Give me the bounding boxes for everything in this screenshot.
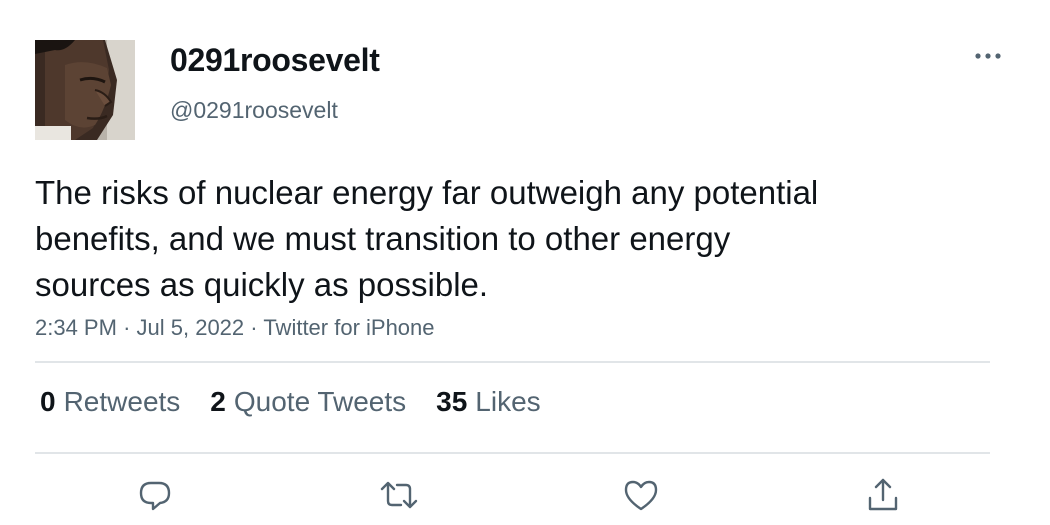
tweet-time[interactable]: 2:34 PM: [35, 315, 117, 340]
tweet-date[interactable]: Jul 5, 2022: [137, 315, 245, 340]
retweets-count: 0: [40, 386, 56, 417]
like-icon: [624, 480, 658, 511]
tweet-text-line: The risks of nuclear energy far outweigh…: [35, 174, 819, 211]
divider: [35, 452, 990, 454]
engagement-stats: 0 Retweets 2 Quote Tweets 35 Likes: [40, 386, 541, 426]
likes-stat[interactable]: 35 Likes: [436, 386, 541, 426]
likes-count: 35: [436, 386, 468, 417]
tweet-source[interactable]: Twitter for iPhone: [263, 315, 434, 340]
retweet-button[interactable]: [378, 474, 420, 516]
quote-tweets-stat[interactable]: 2 Quote Tweets: [210, 386, 406, 426]
display-name[interactable]: 0291roosevelt: [170, 42, 380, 79]
avatar-photo-icon: [35, 40, 135, 140]
tweet-card: 0291roosevelt @0291roosevelt The risks o…: [0, 0, 1050, 525]
tweet-text: The risks of nuclear energy far outweigh…: [35, 170, 935, 308]
retweets-stat[interactable]: 0 Retweets: [40, 386, 180, 426]
tweet-metadata: 2:34 PM · Jul 5, 2022 · Twitter for iPho…: [35, 315, 435, 341]
user-handle[interactable]: @0291roosevelt: [170, 97, 338, 124]
retweet-icon: [380, 481, 418, 509]
more-dots-icon: [975, 53, 1001, 59]
more-options-button[interactable]: [972, 44, 1004, 68]
quote-tweets-count: 2: [210, 386, 226, 417]
meta-separator: ·: [250, 315, 258, 340]
meta-separator: ·: [123, 315, 131, 340]
quote-tweets-label: Quote Tweets: [233, 386, 407, 417]
like-button[interactable]: [620, 474, 662, 516]
retweets-label: Retweets: [63, 386, 181, 417]
share-icon: [868, 478, 898, 511]
tweet-text-line: benefits, and we must transition to othe…: [35, 220, 731, 257]
likes-label: Likes: [475, 386, 541, 417]
share-button[interactable]: [862, 474, 904, 516]
divider: [35, 361, 990, 363]
avatar[interactable]: [35, 40, 135, 140]
reply-icon: [139, 481, 171, 511]
tweet-text-line: sources as quickly as possible.: [35, 266, 489, 303]
reply-button[interactable]: [134, 474, 176, 516]
